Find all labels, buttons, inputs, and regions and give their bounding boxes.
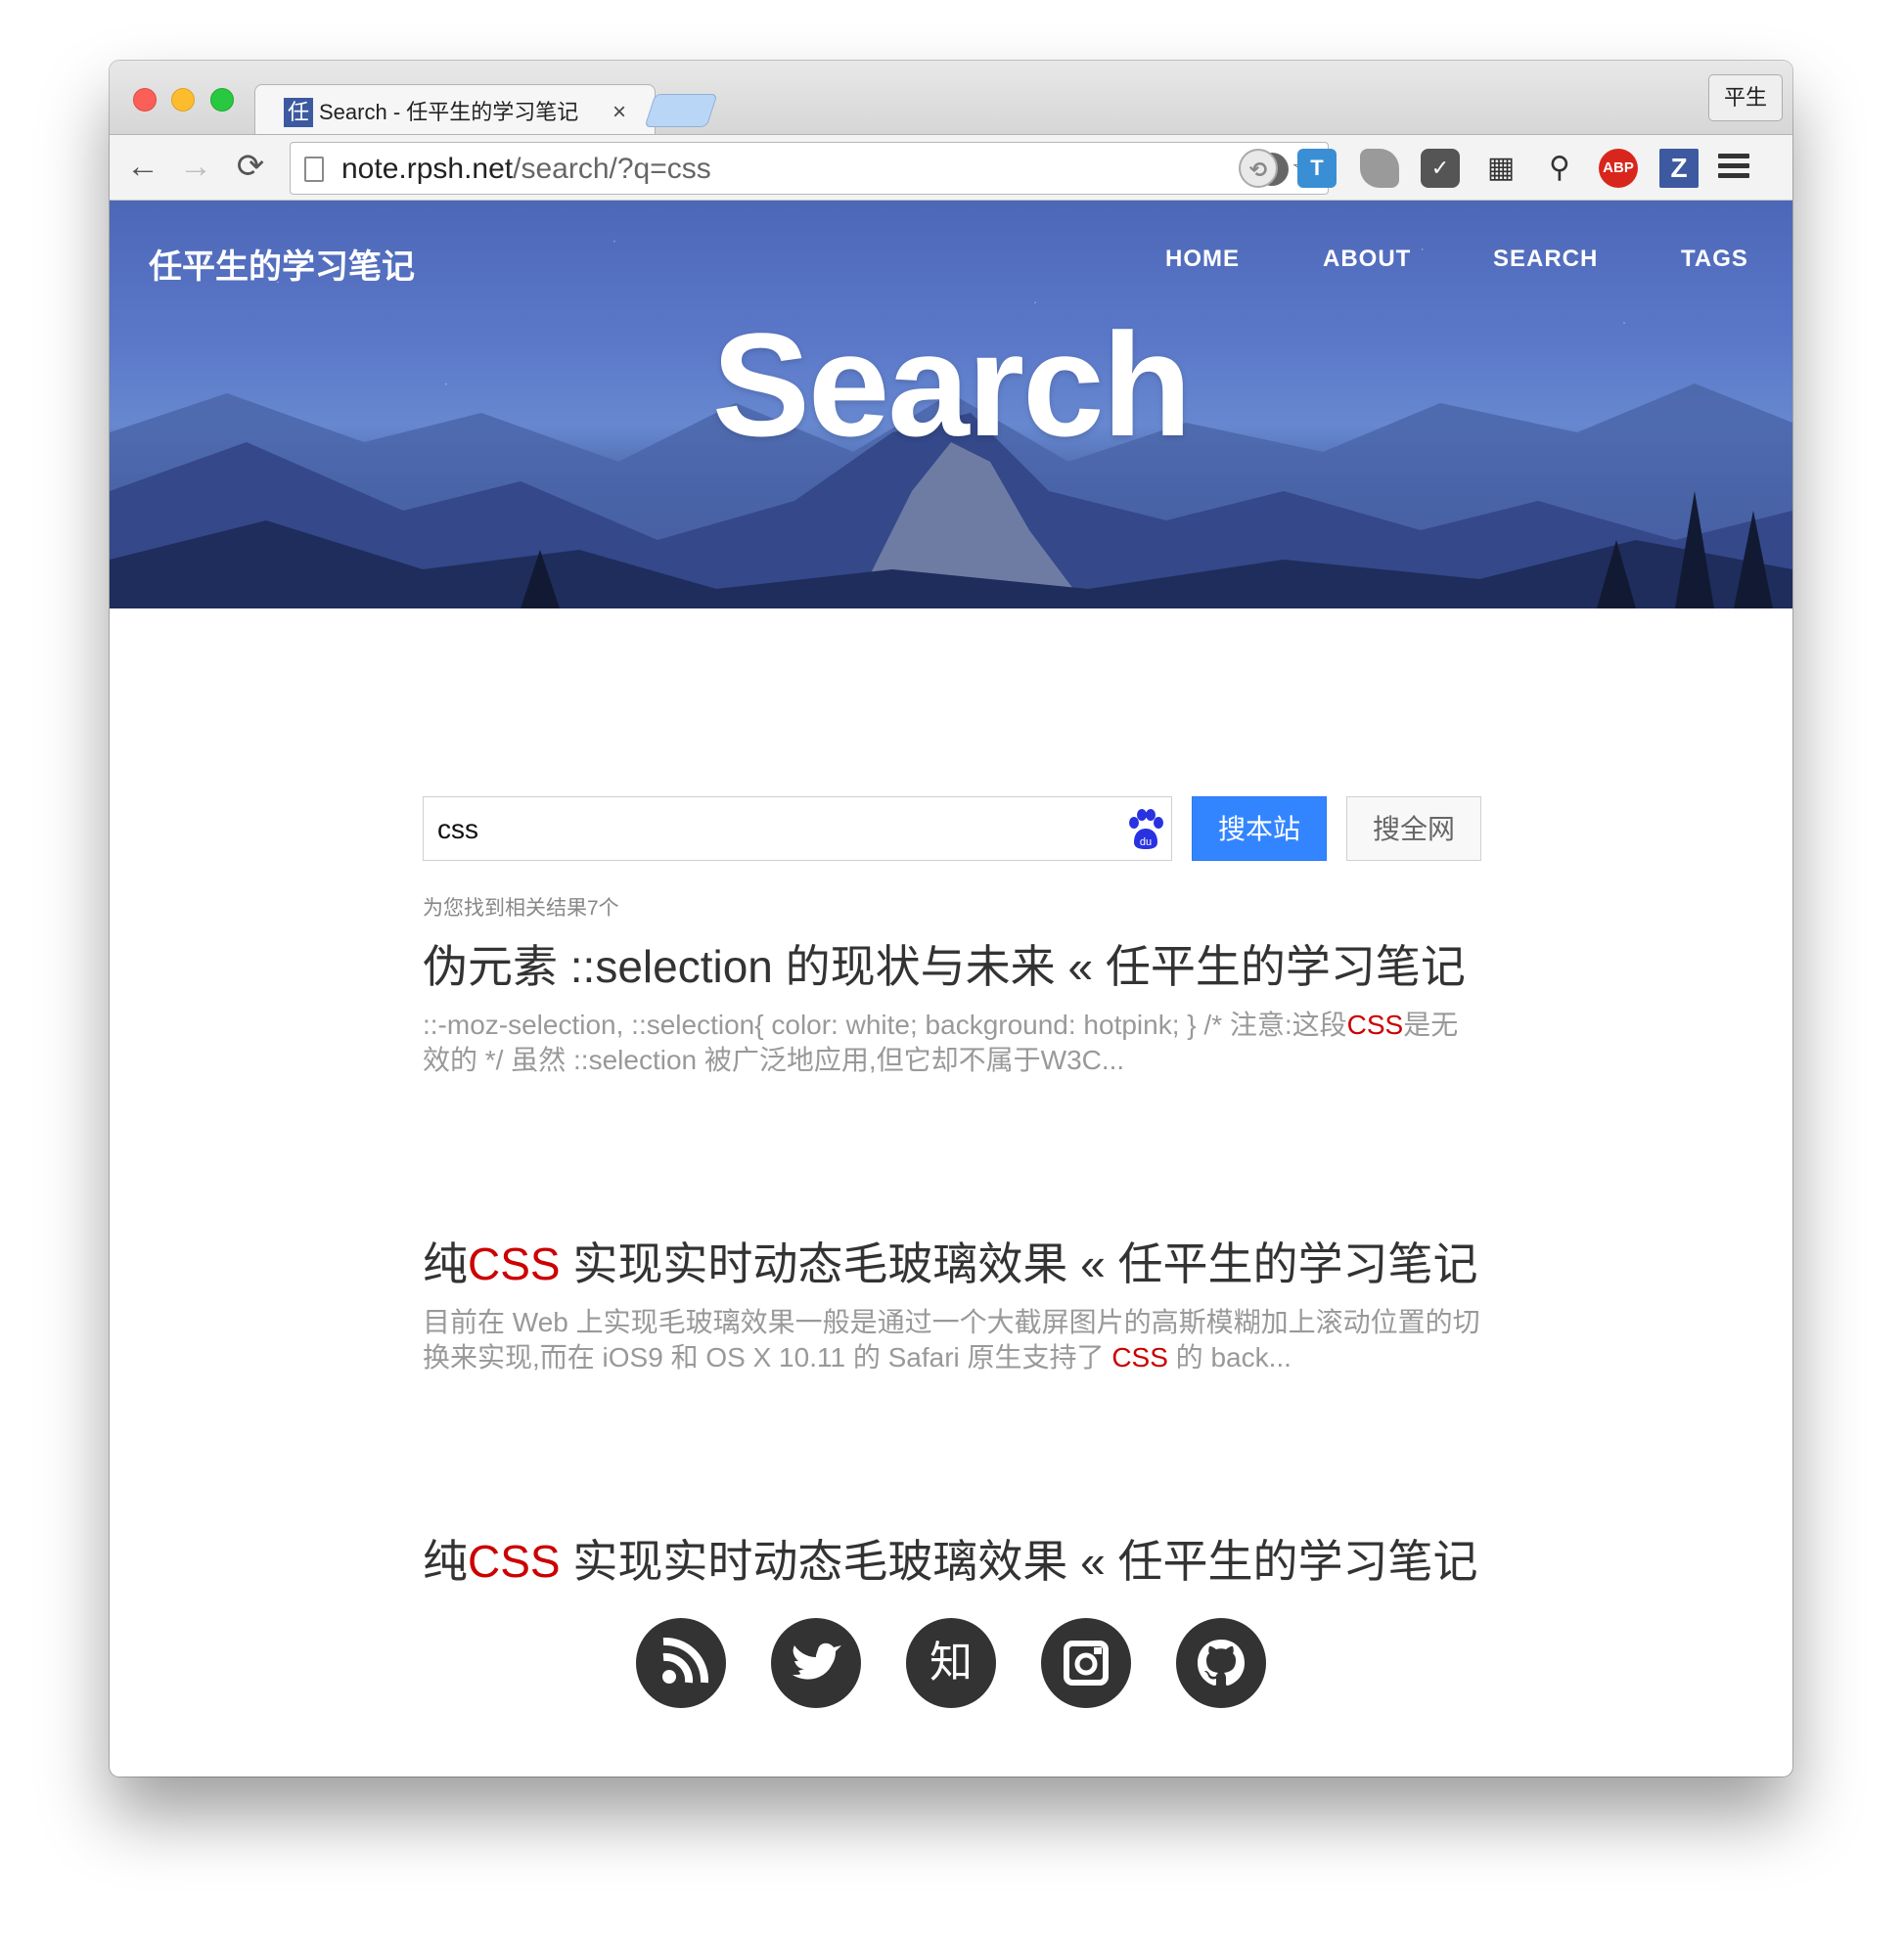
search-result: 纯CSS 实现实时动态毛玻璃效果 « 任平生的学习笔记 bbox=[423, 1539, 1481, 1584]
github-icon[interactable] bbox=[1176, 1618, 1266, 1708]
result-title[interactable]: 纯CSS 实现实时动态毛玻璃效果 « 任平生的学习笔记 bbox=[423, 1241, 1481, 1286]
pocket-icon[interactable]: ✓ bbox=[1421, 149, 1460, 188]
tab-favicon-icon: 任 bbox=[284, 98, 313, 127]
tab-title: Search - 任平生的学习笔记 bbox=[319, 100, 579, 124]
zhihu-icon[interactable]: 知 bbox=[906, 1618, 996, 1708]
qr-icon[interactable]: ▦ bbox=[1481, 149, 1520, 188]
menu-icon[interactable] bbox=[1714, 149, 1753, 188]
close-window-button[interactable] bbox=[133, 88, 157, 112]
result-title[interactable]: 伪元素 ::selection 的现状与未来 « 任平生的学习笔记 bbox=[423, 944, 1481, 989]
tab-bar: 任 Search - 任平生的学习笔记 × 平生 bbox=[110, 61, 1792, 134]
result-title[interactable]: 纯CSS 实现实时动态毛玻璃效果 « 任平生的学习笔记 bbox=[423, 1539, 1481, 1584]
minimize-window-button[interactable] bbox=[171, 88, 195, 112]
browser-window: 任 Search - 任平生的学习笔记 × 平生 ← → ⟳ note.rpsh… bbox=[110, 61, 1792, 1777]
search-web-button[interactable]: 搜全网 bbox=[1346, 796, 1481, 861]
forward-arrow-icon[interactable]: → bbox=[176, 147, 215, 186]
nav-about[interactable]: ABOUT bbox=[1323, 246, 1411, 273]
site-brand[interactable]: 任平生的学习笔记 bbox=[149, 240, 415, 288]
profile-button[interactable]: 平生 bbox=[1708, 74, 1783, 121]
twitter-icon[interactable] bbox=[771, 1618, 861, 1708]
z-icon[interactable]: Z bbox=[1659, 149, 1699, 188]
page-icon bbox=[304, 157, 324, 182]
t-icon[interactable]: T bbox=[1297, 149, 1337, 188]
instagram-icon[interactable] bbox=[1041, 1618, 1131, 1708]
hero-banner: 任平生的学习笔记 HOME ABOUT SEARCH TAGS Search bbox=[110, 201, 1792, 608]
nav-tags[interactable]: TAGS bbox=[1681, 246, 1748, 273]
result-snippet: ::-moz-selection, ::selection{ color: wh… bbox=[423, 1010, 1459, 1075]
social-links: 知 bbox=[110, 1618, 1792, 1716]
svg-text:du: du bbox=[1140, 836, 1152, 848]
nav-search[interactable]: SEARCH bbox=[1493, 246, 1598, 273]
wand-icon[interactable]: ⚲ bbox=[1540, 149, 1579, 188]
search-input[interactable] bbox=[437, 811, 1112, 848]
page-title: Search bbox=[711, 302, 1192, 467]
search-site-button[interactable]: 搜本站 bbox=[1192, 796, 1327, 861]
search-result: 纯CSS 实现实时动态毛玻璃效果 « 任平生的学习笔记 目前在 Web 上实现毛… bbox=[423, 1241, 1481, 1375]
search-input-box[interactable]: du bbox=[423, 796, 1172, 861]
reload-icon[interactable]: ⟳ bbox=[231, 147, 270, 186]
nav-home[interactable]: HOME bbox=[1165, 246, 1240, 273]
back-arrow-icon[interactable]: ← bbox=[123, 147, 162, 186]
result-count: 为您找到相关结果7个 bbox=[423, 897, 619, 920]
rss-icon[interactable] bbox=[636, 1618, 726, 1708]
url-text[interactable]: note.rpsh.net/search/?q=css bbox=[341, 153, 711, 186]
leaf-icon[interactable] bbox=[1360, 149, 1399, 188]
address-bar[interactable]: note.rpsh.net/search/?q=css ☆ bbox=[290, 142, 1329, 195]
browser-toolbar: ← → ⟳ note.rpsh.net/search/?q=css ☆ ⟲ T … bbox=[110, 134, 1792, 201]
maximize-window-button[interactable] bbox=[210, 88, 234, 112]
adblock-icon[interactable]: ABP bbox=[1599, 149, 1638, 188]
browser-tab-content[interactable]: 任 Search - 任平生的学习笔记 × bbox=[254, 84, 656, 134]
baidu-paw-icon[interactable]: du bbox=[1126, 809, 1165, 850]
sync-icon[interactable]: ⟲ bbox=[1239, 149, 1278, 188]
tab-close-icon[interactable]: × bbox=[612, 98, 626, 127]
result-snippet: 目前在 Web 上实现毛玻璃效果一般是通过一个大截屏图片的高斯模糊加上滚动位置的… bbox=[423, 1307, 1480, 1372]
search-result: 伪元素 ::selection 的现状与未来 « 任平生的学习笔记 ::-moz… bbox=[423, 944, 1481, 1078]
new-tab-button[interactable] bbox=[644, 94, 718, 127]
